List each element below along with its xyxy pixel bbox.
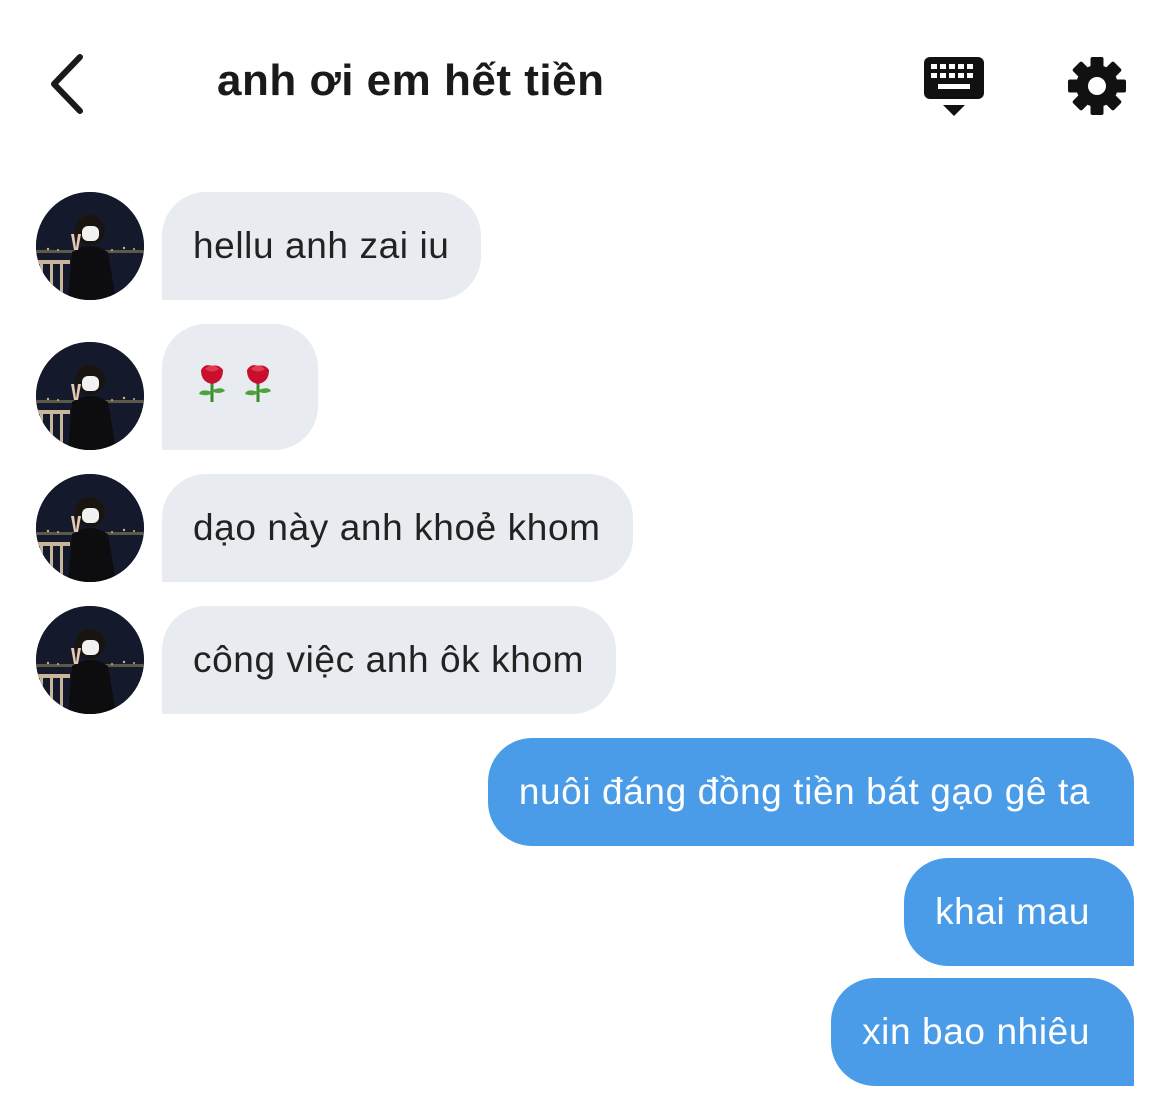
keyboard-icon — [924, 57, 984, 116]
message-text: khai mau — [935, 891, 1090, 932]
message-text: hellu anh zai iu — [193, 225, 450, 266]
avatar-photo — [36, 192, 144, 300]
message-text: công việc anh ôk khom — [193, 639, 585, 680]
avatar[interactable] — [36, 606, 144, 714]
keyboard-button[interactable] — [920, 54, 988, 118]
conversation-title: anh ơi em hết tiền — [217, 56, 605, 105]
settings-button[interactable] — [1066, 55, 1128, 117]
avatar[interactable] — [36, 192, 144, 300]
incoming-message[interactable]: công việc anh ôk khom — [162, 606, 617, 714]
incoming-message[interactable]: hellu anh zai iu — [162, 192, 482, 300]
avatar-photo — [36, 474, 144, 582]
chat-screen: anh ơi em hết tiền hellu anh zai iu dạo … — [0, 0, 1170, 1095]
outgoing-message[interactable]: nuôi đáng đồng tiền bát gạo gê ta — [487, 738, 1134, 846]
back-button[interactable] — [40, 52, 92, 116]
gear-icon — [1068, 57, 1126, 115]
avatar-photo — [36, 342, 144, 450]
avatar[interactable] — [36, 342, 144, 450]
incoming-message[interactable]: dạo này anh khoẻ khom — [162, 474, 633, 582]
chevron-left-icon — [51, 54, 83, 114]
rose-emoji-icon — [239, 360, 277, 414]
message-text: dạo này anh khoẻ khom — [193, 507, 601, 548]
message-text: nuôi đáng đồng tiền bát gạo gê ta — [518, 771, 1090, 812]
rose-emoji-icon — [193, 360, 231, 414]
avatar-photo — [36, 606, 144, 714]
outgoing-message[interactable]: xin bao nhiêu — [831, 978, 1134, 1086]
outgoing-message[interactable]: khai mau — [904, 858, 1134, 966]
message-text: xin bao nhiêu — [862, 1011, 1090, 1052]
incoming-message[interactable] — [162, 324, 318, 450]
avatar[interactable] — [36, 474, 144, 582]
